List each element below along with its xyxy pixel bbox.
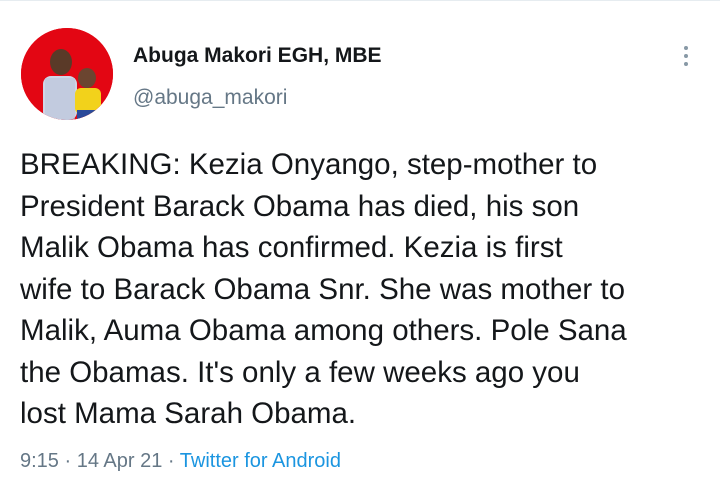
tweet-card: Abuga Makori EGH, MBE @abuga_makori BREA… [0,0,720,493]
meta-separator: · [64,450,72,472]
tweet-text: BREAKING: Kezia Onyango, step-mother to … [20,148,627,430]
avatar-photo [21,28,113,120]
author-display-name[interactable]: Abuga Makori EGH, MBE [133,44,382,68]
avatar[interactable] [21,28,113,120]
more-vertical-icon [684,46,688,66]
tweet-meta: 9:15 · 14 Apr 21 · Twitter for Android [20,448,341,474]
tweet-time[interactable]: 9:15 [20,450,59,472]
tweet-source-link[interactable]: Twitter for Android [180,450,341,472]
author-handle[interactable]: @abuga_makori [133,86,382,110]
meta-separator: · [167,450,175,472]
tweet-date[interactable]: 14 Apr 21 [77,450,163,472]
more-options-button[interactable] [674,42,698,70]
tweet-header: Abuga Makori EGH, MBE @abuga_makori [133,44,382,110]
